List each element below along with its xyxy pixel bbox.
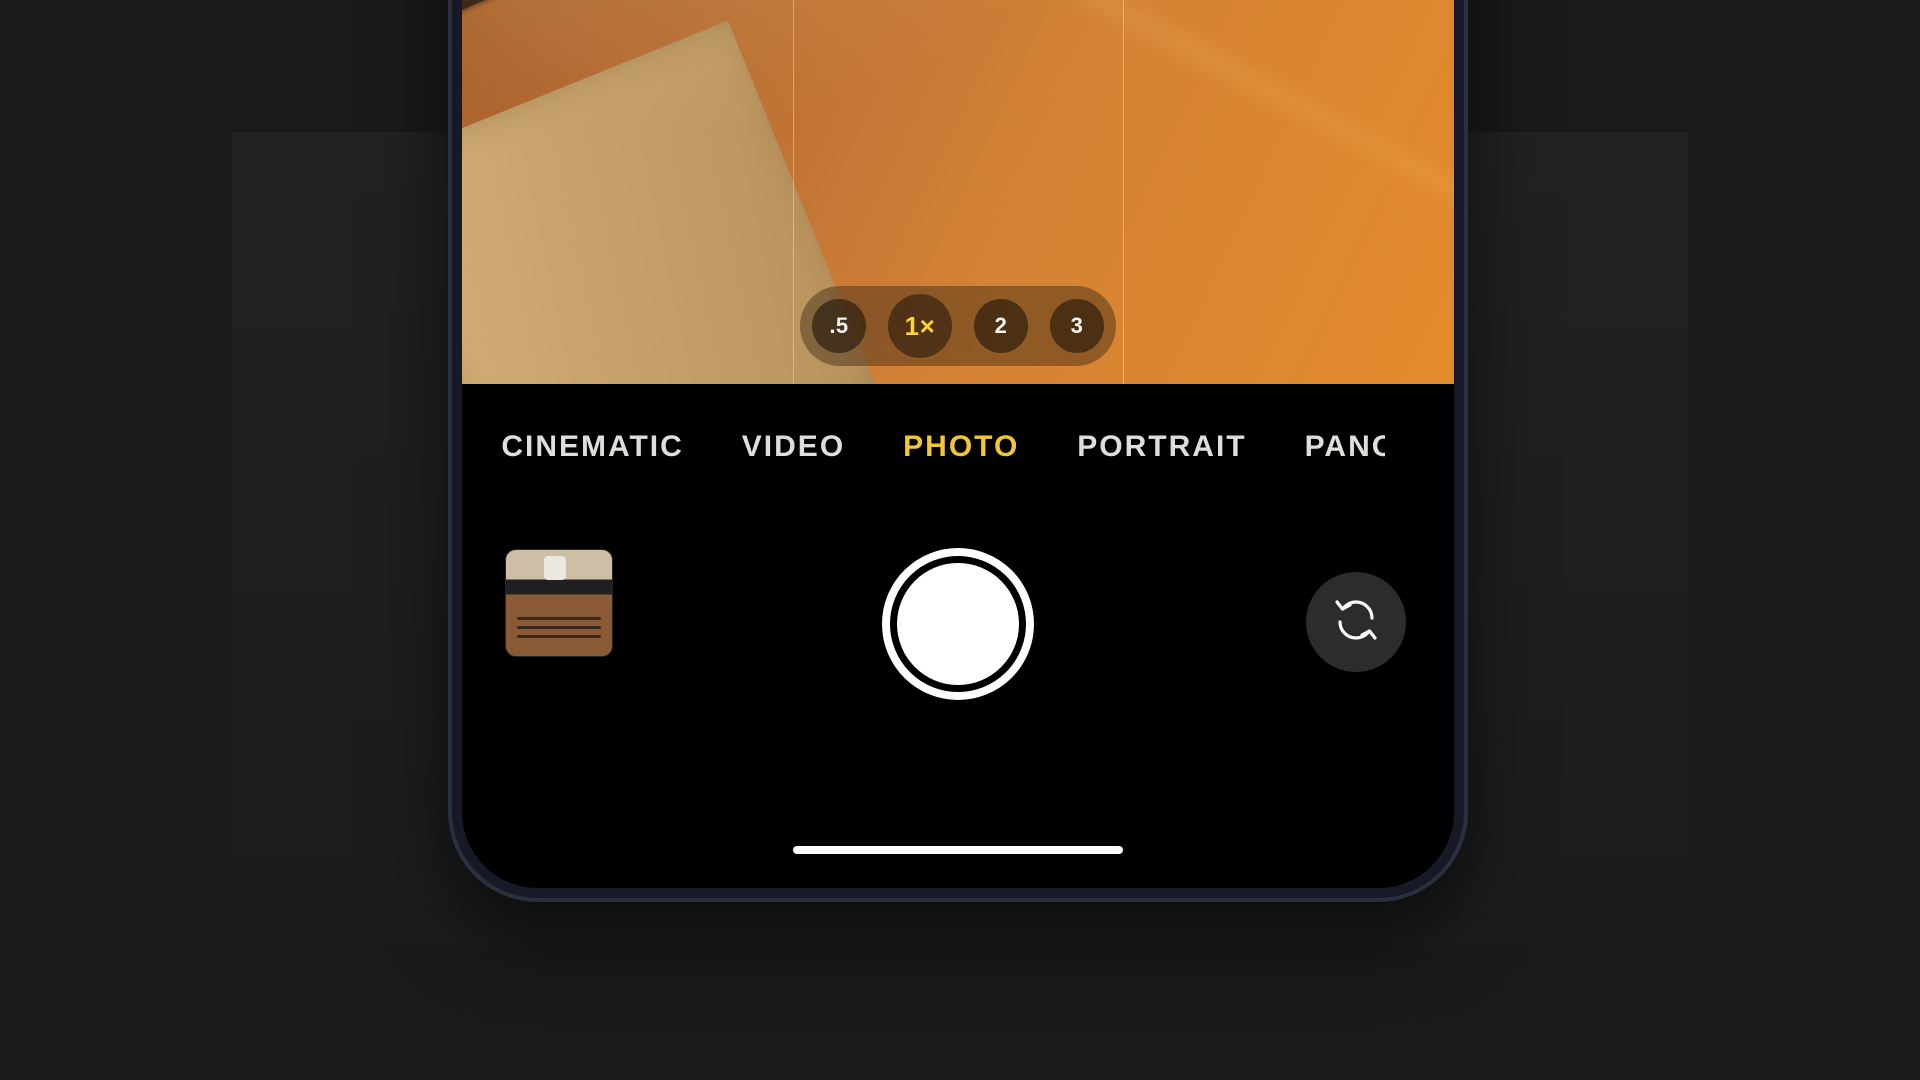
mode-photo[interactable]: PHOTO — [903, 430, 1019, 464]
flip-camera-button[interactable] — [1306, 572, 1406, 672]
controls-area: CINEMATIC VIDEO PHOTO PORTRAIT PANO — [462, 384, 1454, 888]
mode-selector[interactable]: CINEMATIC VIDEO PHOTO PORTRAIT PANO — [462, 430, 1454, 464]
zoom-1x-button[interactable]: 1× — [888, 294, 952, 358]
flip-camera-icon — [1332, 596, 1380, 649]
mode-portrait[interactable]: PORTRAIT — [1077, 430, 1246, 464]
shutter-inner — [897, 563, 1019, 685]
viewfinder[interactable]: .5 1× 2 3 — [462, 0, 1454, 384]
mode-cinematic[interactable]: CINEMATIC — [501, 430, 683, 464]
zoom-3x-button[interactable]: 3 — [1050, 299, 1104, 353]
camera-app-screen: .5 1× 2 3 CINEMATIC VIDEO PHOTO PORTRAIT… — [462, 0, 1454, 888]
phone-screen-bezel: .5 1× 2 3 CINEMATIC VIDEO PHOTO PORTRAIT… — [462, 0, 1454, 888]
mode-video[interactable]: VIDEO — [742, 430, 845, 464]
zoom-0_5x-button[interactable]: .5 — [812, 299, 866, 353]
grid-line — [1123, 0, 1124, 384]
phone-frame: .5 1× 2 3 CINEMATIC VIDEO PHOTO PORTRAIT… — [448, 0, 1468, 902]
bottom-row — [462, 544, 1454, 704]
home-indicator[interactable] — [793, 846, 1123, 854]
mode-pano[interactable]: PANO — [1305, 430, 1385, 464]
app-stage: .5 1× 2 3 CINEMATIC VIDEO PHOTO PORTRAIT… — [232, 132, 1688, 948]
zoom-selector: .5 1× 2 3 — [800, 286, 1116, 366]
last-photo-thumbnail[interactable] — [506, 550, 612, 656]
grid-line — [793, 0, 794, 384]
shutter-button[interactable] — [882, 548, 1034, 700]
zoom-2x-button[interactable]: 2 — [974, 299, 1028, 353]
